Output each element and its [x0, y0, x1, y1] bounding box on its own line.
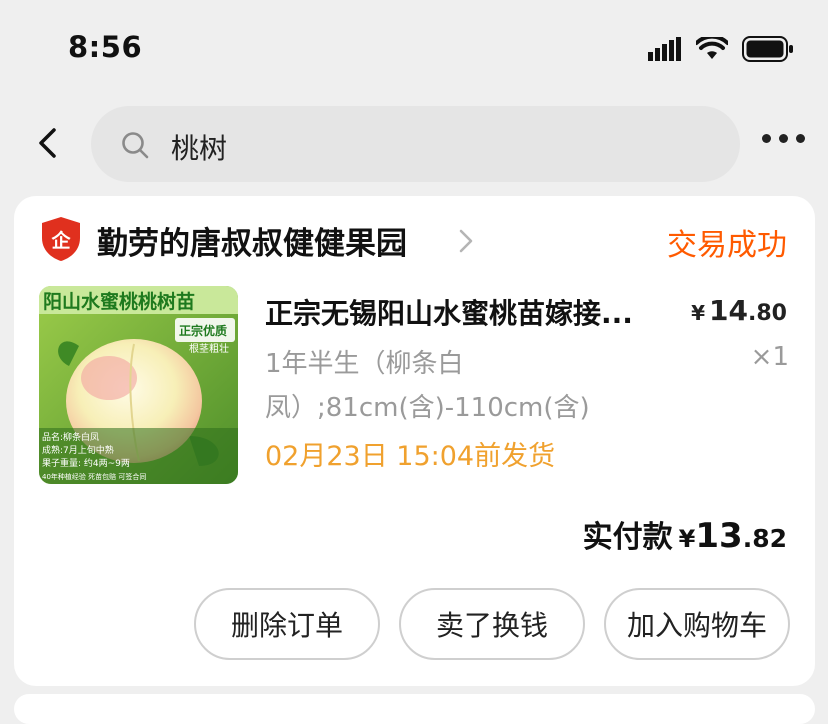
peach-photo: 阳山水蜜桃桃树苗 正宗优质 根茎粗壮 品名:柳条白凤 成熟:7月上旬中熟 果子重…: [39, 286, 238, 484]
ship-deadline: 02月23日 15:04前发货: [265, 441, 556, 472]
paid-currency: ¥: [678, 525, 696, 553]
enterprise-shop-badge-icon: 企: [42, 217, 80, 261]
search-query: 桃树: [171, 132, 228, 165]
image-info-2: 成熟:7月上旬中熟: [42, 444, 114, 456]
delete-order-button[interactable]: 删除订单: [194, 588, 380, 660]
image-info-3: 果子重量: 约4两~9两: [42, 457, 130, 469]
back-button[interactable]: [30, 122, 66, 164]
spec-line-2: 凤）;81cm(含)-110cm(含): [265, 393, 590, 423]
price-decimal: .80: [748, 301, 787, 326]
battery-icon: [742, 36, 793, 62]
system-icons: [648, 36, 794, 62]
resell-button[interactable]: 卖了换钱: [399, 588, 585, 660]
status-bar: 8:56: [0, 0, 828, 96]
search-icon: [122, 132, 149, 159]
svg-text:企: 企: [50, 229, 71, 252]
image-info-4: 40年种植经验 死苗包赔 可签合同: [42, 472, 146, 481]
price-currency: ¥: [691, 301, 706, 325]
image-banner-text: 阳山水蜜桃桃树苗: [43, 290, 195, 313]
paid-label: 实付款: [582, 520, 673, 555]
product-spec: 1年半生（柳条白 凤）;81cm(含)-110cm(含): [265, 342, 695, 430]
more-menu-button[interactable]: [762, 134, 805, 143]
product-quantity: ×1: [750, 342, 789, 372]
spec-line-1: 1年半生（柳条白: [265, 349, 464, 379]
order-status: 交易成功: [667, 228, 787, 263]
image-info-1: 品名:柳条白凤: [42, 431, 99, 443]
chevron-right-icon[interactable]: [458, 228, 474, 254]
image-tag-main: 正宗优质: [179, 323, 227, 338]
product-price: ¥14.80: [691, 294, 787, 327]
image-tag-sub: 根茎粗壮: [189, 342, 229, 355]
more-dot-icon: [779, 134, 788, 143]
more-dot-icon: [796, 134, 805, 143]
paid-integer: 13: [695, 516, 743, 556]
search-input[interactable]: 桃树: [91, 106, 740, 182]
next-order-card: [14, 694, 815, 724]
product-title[interactable]: 正宗无锡阳山水蜜桃苗嫁接...: [265, 292, 685, 332]
price-integer: 14: [709, 294, 749, 327]
nav-bar: 桃树: [0, 100, 828, 186]
paid-amount: 实付款 ¥13.82: [583, 512, 787, 556]
wifi-icon: [696, 37, 728, 59]
product-image[interactable]: 阳山水蜜桃桃树苗 正宗优质 根茎粗壮 品名:柳条白凤 成熟:7月上旬中熟 果子重…: [39, 286, 238, 484]
add-to-cart-button[interactable]: 加入购物车: [604, 588, 790, 660]
paid-decimal: .82: [742, 524, 787, 553]
signal-icon: [648, 37, 681, 61]
more-dot-icon: [762, 134, 771, 143]
status-time: 8:56: [68, 30, 143, 64]
order-card: 企 勤劳的唐叔叔健健果园 交易成功 阳山水蜜桃桃树苗 正宗优质 根茎粗壮 品名:…: [14, 196, 815, 686]
shop-name[interactable]: 勤劳的唐叔叔健健果园: [97, 218, 407, 263]
chevron-left-icon: [39, 128, 56, 158]
